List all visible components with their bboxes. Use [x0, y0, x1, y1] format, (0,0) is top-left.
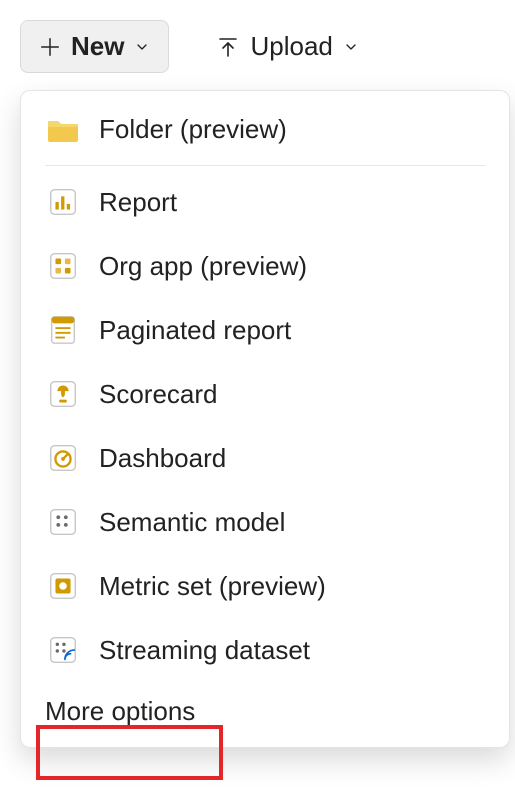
dropdown-item-metric-set[interactable]: Metric set (preview)	[21, 554, 509, 618]
upload-button[interactable]: Upload	[197, 20, 377, 73]
dropdown-item-label: Org app (preview)	[99, 251, 307, 282]
dropdown-item-scorecard[interactable]: Scorecard	[21, 362, 509, 426]
dropdown-item-org-app[interactable]: Org app (preview)	[21, 234, 509, 298]
dropdown-more-options[interactable]: More options	[21, 682, 219, 737]
streaming-dataset-icon	[45, 632, 81, 668]
toolbar: New Upload	[0, 0, 515, 89]
dropdown-item-report[interactable]: Report	[21, 170, 509, 234]
dropdown-item-semantic-model[interactable]: Semantic model	[21, 490, 509, 554]
dropdown-item-label: Dashboard	[99, 443, 226, 474]
plus-icon	[39, 36, 61, 58]
semantic-model-icon	[45, 504, 81, 540]
new-button-label: New	[71, 31, 124, 62]
dropdown-item-folder[interactable]: Folder (preview)	[21, 97, 509, 161]
more-options-label: More options	[45, 696, 195, 726]
scorecard-icon	[45, 376, 81, 412]
dashboard-icon	[45, 440, 81, 476]
new-dropdown: Folder (preview) Report Org app (preview…	[20, 90, 510, 748]
upload-button-label: Upload	[250, 31, 332, 62]
org-app-icon	[45, 248, 81, 284]
dropdown-item-label: Scorecard	[99, 379, 218, 410]
dropdown-item-label: Report	[99, 187, 177, 218]
new-button[interactable]: New	[20, 20, 169, 73]
chevron-down-icon	[343, 39, 359, 55]
upload-icon	[216, 35, 240, 59]
folder-icon	[45, 111, 81, 147]
dropdown-item-dashboard[interactable]: Dashboard	[21, 426, 509, 490]
divider	[45, 165, 485, 166]
metric-set-icon	[45, 568, 81, 604]
dropdown-item-label: Paginated report	[99, 315, 291, 346]
report-icon	[45, 184, 81, 220]
dropdown-item-label: Metric set (preview)	[99, 571, 326, 602]
dropdown-item-label: Streaming dataset	[99, 635, 310, 666]
dropdown-item-label: Folder (preview)	[99, 114, 287, 145]
paginated-report-icon	[45, 312, 81, 348]
dropdown-item-paginated-report[interactable]: Paginated report	[21, 298, 509, 362]
dropdown-item-streaming-dataset[interactable]: Streaming dataset	[21, 618, 509, 682]
chevron-down-icon	[134, 39, 150, 55]
dropdown-item-label: Semantic model	[99, 507, 285, 538]
